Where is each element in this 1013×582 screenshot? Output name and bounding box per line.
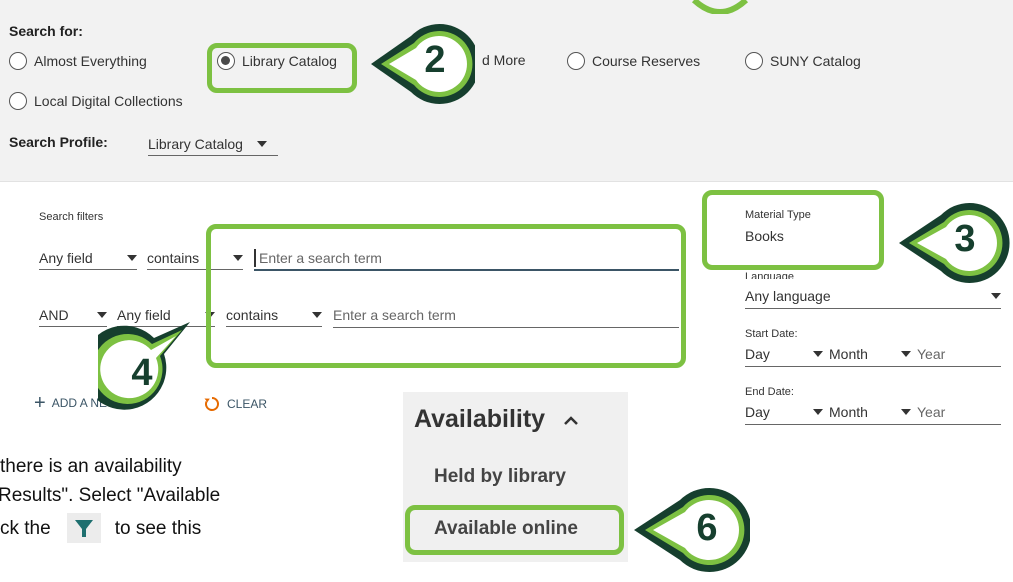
chevron-down-icon [901, 351, 911, 357]
callout-edge-arc [691, 0, 749, 14]
start-date-label: Start Date: [745, 328, 798, 340]
chevron-down-icon [813, 351, 823, 357]
callout-box-search-terms [206, 224, 686, 368]
radio-icon[interactable] [567, 52, 585, 70]
field-select-row1[interactable]: Any field [39, 246, 137, 270]
callout-box-material-type [702, 190, 884, 270]
scope-and-more[interactable]: d More [482, 52, 526, 68]
scope-almost-everything[interactable]: Almost Everything [9, 52, 147, 70]
language-label: Language [745, 271, 794, 279]
plus-icon: + [34, 392, 46, 414]
radio-icon[interactable] [745, 52, 763, 70]
scope-suny-catalog[interactable]: SUNY Catalog [745, 52, 861, 70]
instruction-line-2: Results". Select "Available [0, 485, 221, 506]
radio-icon[interactable] [9, 52, 27, 70]
clear-button[interactable]: CLEAR [203, 395, 267, 413]
search-profile-label: Search Profile: [9, 134, 108, 150]
instruction-line-1: there is an availability [0, 456, 182, 477]
callout-box-available-online [405, 505, 624, 555]
start-date-fields[interactable]: Day Month Year [745, 342, 1001, 367]
instruction-line-3: ck the to see this [0, 513, 201, 543]
chevron-down-icon [127, 254, 137, 261]
chevron-down-icon [97, 311, 107, 318]
callout-badge-4: 4 [82, 318, 198, 418]
callout-box-library-catalog [207, 43, 357, 93]
search-profile-select[interactable]: Library Catalog [148, 132, 278, 156]
search-filters-label: Search filters [39, 211, 104, 223]
scope-local-digital-collections[interactable]: Local Digital Collections [9, 92, 183, 110]
search-for-label: Search for: [9, 23, 83, 39]
callout-badge-6: 6 [630, 480, 752, 582]
add-new-line-button[interactable]: + ADD A NE [34, 392, 107, 414]
filter-icon [66, 513, 101, 543]
chevron-down-icon [991, 293, 1001, 299]
callout-badge-2: 2 [365, 14, 480, 114]
reset-icon [204, 397, 219, 411]
availability-header[interactable]: Availability [414, 405, 579, 434]
end-date-fields[interactable]: Day Month Year [745, 400, 1001, 425]
chevron-down-icon [256, 140, 267, 147]
chevron-down-icon [901, 409, 911, 415]
scope-course-reserves[interactable]: Course Reserves [567, 52, 700, 70]
end-date-label: End Date: [745, 386, 794, 398]
radio-icon[interactable] [9, 92, 27, 110]
boolean-select-row2[interactable]: AND [39, 303, 107, 327]
callout-badge-3: 3 [893, 193, 1011, 293]
held-by-library-option[interactable]: Held by library [434, 466, 566, 488]
chevron-up-icon [564, 415, 578, 425]
chevron-down-icon [813, 409, 823, 415]
